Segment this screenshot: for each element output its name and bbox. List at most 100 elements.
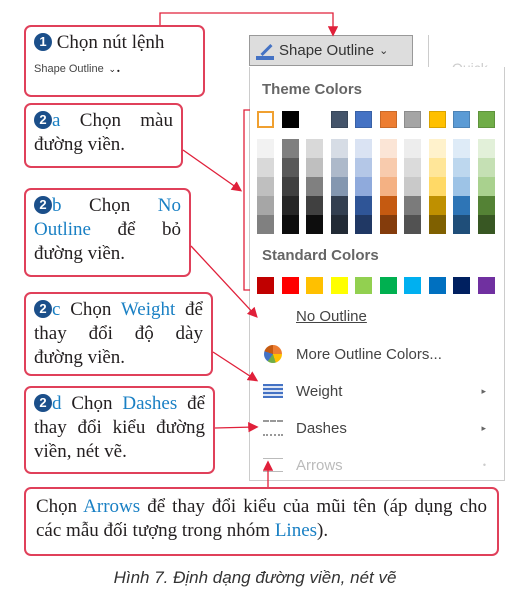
theme-shade-swatch[interactable]	[453, 196, 470, 215]
theme-shade-swatch[interactable]	[428, 177, 446, 196]
theme-shade-swatch[interactable]	[257, 139, 274, 158]
step-letter: b	[52, 195, 62, 216]
theme-shade-swatch[interactable]	[379, 177, 397, 196]
theme-shade-swatch[interactable]	[281, 158, 299, 177]
theme-shade-swatch[interactable]	[477, 139, 495, 158]
callout-arrows: Chọn Arrows để thay đổi kiểu của mũi tên…	[24, 487, 499, 556]
pen-outline-icon	[256, 42, 274, 60]
theme-shade-swatch[interactable]	[330, 196, 348, 215]
theme-shade-swatch[interactable]	[404, 158, 421, 177]
theme-colors-header: Theme Colors	[262, 81, 363, 98]
theme-color-swatch[interactable]	[281, 111, 299, 128]
theme-shade-swatch[interactable]	[306, 139, 323, 158]
color-wheel-icon	[264, 345, 282, 363]
theme-shade-swatch[interactable]	[453, 158, 470, 177]
arrows-icon	[263, 458, 283, 472]
theme-shade-swatch[interactable]	[355, 177, 372, 196]
menu-item-no-outline[interactable]: No Outline	[250, 301, 504, 331]
step-badge: 2	[34, 196, 52, 214]
submenu-arrow-icon: ▸	[481, 385, 486, 396]
theme-shade-swatch[interactable]	[257, 215, 274, 234]
shape-outline-button[interactable]: Shape Outline ⌄	[249, 35, 413, 66]
callout-step-2b: 2b Chọn No Outline để bỏ đường viền.	[24, 188, 191, 277]
theme-color-swatch[interactable]	[477, 111, 495, 128]
chevron-down-icon: ⌄	[108, 64, 117, 74]
theme-shade-swatch[interactable]	[281, 139, 299, 158]
theme-color-swatch[interactable]	[355, 111, 372, 128]
theme-shade-swatch[interactable]	[404, 139, 421, 158]
theme-shade-swatch[interactable]	[355, 196, 372, 215]
menu-item-dashes[interactable]: Dashes ▸	[250, 413, 504, 443]
theme-color-swatch[interactable]	[306, 111, 323, 128]
theme-shade-swatch[interactable]	[306, 177, 323, 196]
callout-text: Chọn	[61, 393, 123, 414]
callout-text: Chọn	[36, 496, 84, 517]
menu-item-weight[interactable]: Weight ▸	[250, 376, 504, 406]
theme-shade-swatch[interactable]	[379, 196, 397, 215]
theme-shade-swatch[interactable]	[257, 177, 274, 196]
theme-shade-swatch[interactable]	[330, 177, 348, 196]
standard-color-swatch[interactable]	[306, 277, 323, 294]
callout-text: ).	[317, 520, 329, 541]
standard-color-swatch[interactable]	[477, 277, 495, 294]
menu-item-label: Weight	[296, 382, 343, 400]
theme-color-swatch[interactable]	[453, 111, 470, 128]
callout-step-2a: 2a Chọn màu đường viền.	[24, 103, 183, 168]
callout-step-1: 1 Chọn nút lệnh Shape Outline ⌄.	[24, 25, 205, 97]
standard-color-swatch[interactable]	[428, 277, 446, 294]
standard-color-swatch[interactable]	[355, 277, 372, 294]
theme-color-swatch[interactable]	[428, 111, 446, 128]
theme-shade-swatch[interactable]	[404, 196, 421, 215]
theme-shade-swatch[interactable]	[257, 158, 274, 177]
theme-shade-swatch[interactable]	[404, 215, 421, 234]
standard-colors-header: Standard Colors	[262, 247, 379, 264]
theme-shade-swatch[interactable]	[404, 177, 421, 196]
theme-color-swatch[interactable]	[257, 111, 274, 128]
theme-shade-swatch[interactable]	[355, 158, 372, 177]
theme-shade-swatch[interactable]	[330, 139, 348, 158]
theme-shade-swatch[interactable]	[355, 215, 372, 234]
chevron-down-icon: ⌄	[379, 45, 389, 57]
theme-shade-swatch[interactable]	[306, 196, 323, 215]
theme-shade-swatch[interactable]	[306, 158, 323, 177]
theme-shade-swatch[interactable]	[428, 139, 446, 158]
menu-item-more-outline-colors[interactable]: More Outline Colors...	[250, 339, 504, 369]
menu-item-label: Arrows	[296, 456, 343, 474]
theme-shade-swatch[interactable]	[379, 139, 397, 158]
standard-color-swatch[interactable]	[379, 277, 397, 294]
theme-shade-swatch[interactable]	[330, 158, 348, 177]
menu-item-arrows[interactable]: Arrows •	[250, 450, 504, 480]
callout-highlight: Weight	[120, 299, 176, 320]
theme-color-swatch[interactable]	[379, 111, 397, 128]
standard-color-swatch[interactable]	[404, 277, 421, 294]
standard-color-swatch[interactable]	[281, 277, 299, 294]
theme-shade-swatch[interactable]	[453, 177, 470, 196]
theme-shade-swatch[interactable]	[257, 196, 274, 215]
theme-shade-swatch[interactable]	[355, 139, 372, 158]
theme-color-swatch[interactable]	[404, 111, 421, 128]
theme-shade-swatch[interactable]	[428, 158, 446, 177]
theme-shade-swatch[interactable]	[379, 158, 397, 177]
theme-shade-swatch[interactable]	[453, 215, 470, 234]
menu-item-label: More Outline Colors...	[296, 345, 442, 363]
theme-color-swatch[interactable]	[330, 111, 348, 128]
theme-shade-swatch[interactable]	[477, 177, 495, 196]
submenu-arrow-icon: •	[482, 460, 486, 470]
theme-shade-swatch[interactable]	[477, 158, 495, 177]
theme-shade-swatch[interactable]	[330, 215, 348, 234]
standard-color-swatch[interactable]	[257, 277, 274, 294]
theme-shade-swatch[interactable]	[306, 215, 323, 234]
theme-shade-swatch[interactable]	[379, 215, 397, 234]
theme-shade-swatch[interactable]	[477, 196, 495, 215]
theme-shade-swatch[interactable]	[281, 196, 299, 215]
theme-shade-swatch[interactable]	[281, 177, 299, 196]
theme-shade-swatch[interactable]	[281, 215, 299, 234]
standard-color-swatch[interactable]	[330, 277, 348, 294]
step-badge: 2	[34, 300, 52, 318]
theme-shade-swatch[interactable]	[477, 215, 495, 234]
theme-shade-swatch[interactable]	[428, 215, 446, 234]
theme-shade-swatch[interactable]	[453, 139, 470, 158]
standard-color-swatch[interactable]	[453, 277, 470, 294]
callout-text: Chọn	[60, 299, 121, 320]
theme-shade-swatch[interactable]	[428, 196, 446, 215]
